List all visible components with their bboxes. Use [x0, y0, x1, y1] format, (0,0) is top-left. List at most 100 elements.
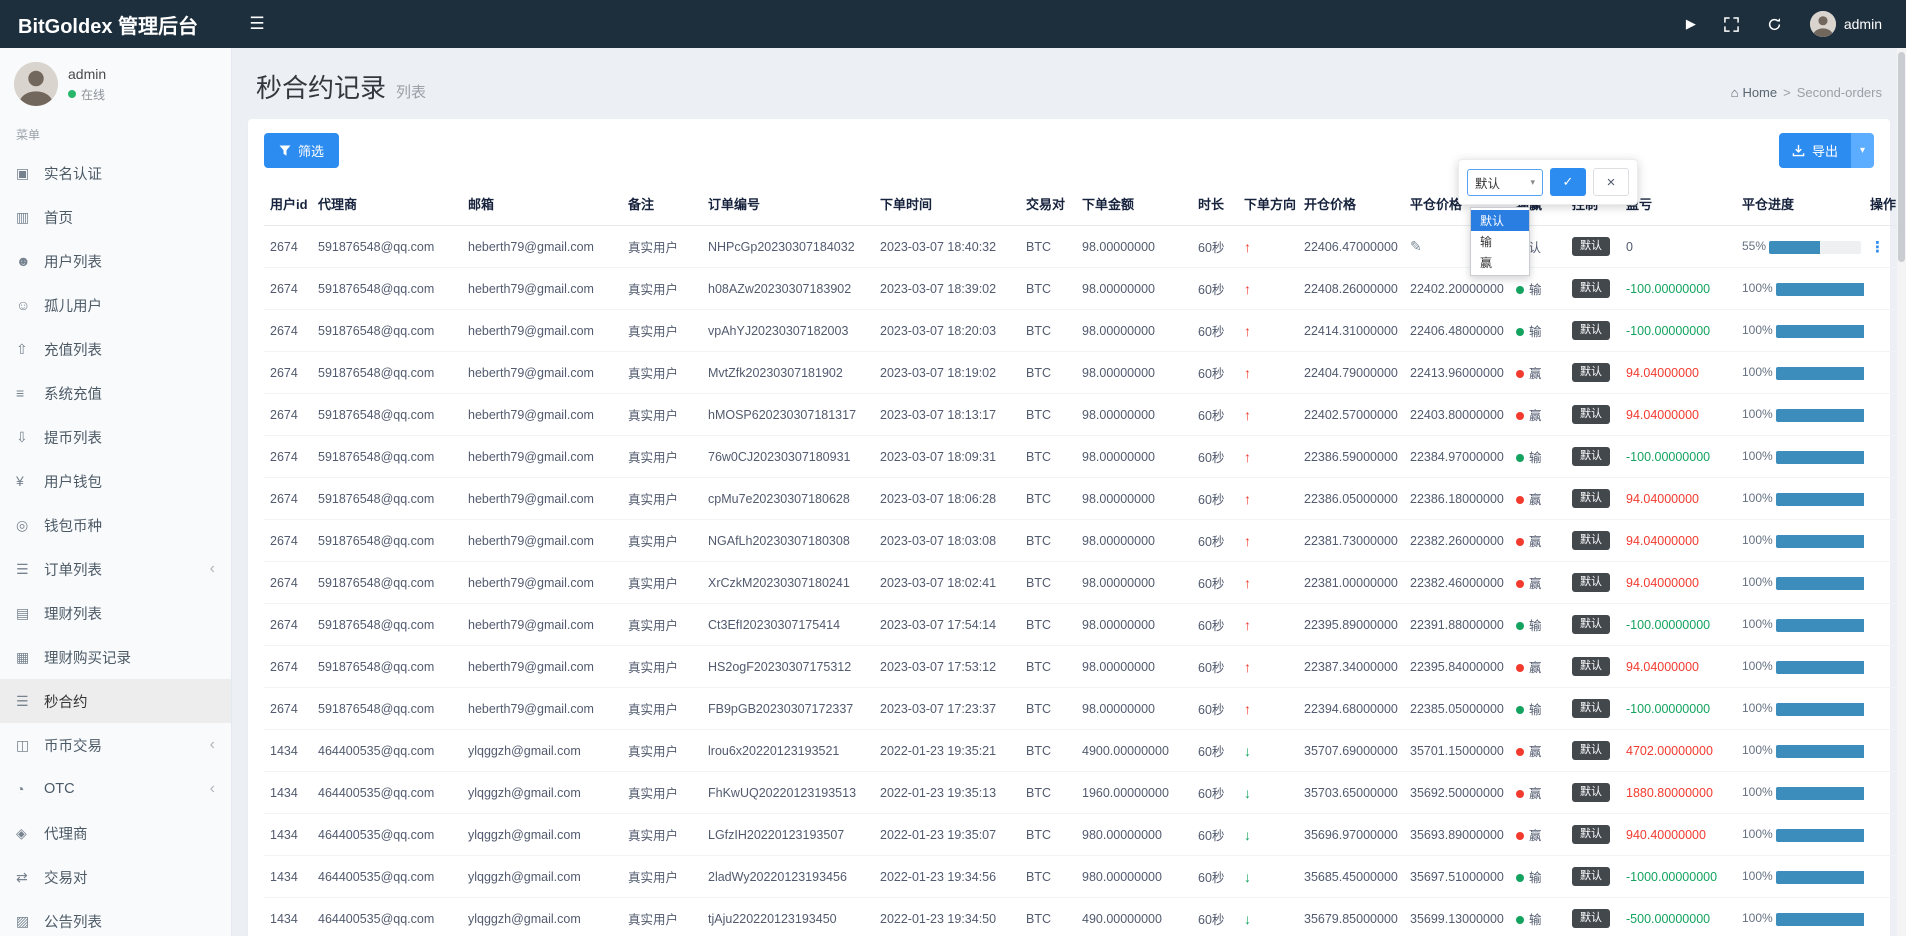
arrow-up-icon: ↑ [1244, 533, 1251, 549]
progress-bar [1776, 367, 1864, 380]
result-dot [1516, 790, 1524, 798]
cell-pnl: 940.40000000 [1620, 814, 1736, 856]
cancel-button[interactable]: × [1593, 168, 1629, 196]
cell-order-time: 2022-01-23 19:35:21 [874, 730, 1020, 772]
export-button[interactable]: 导出 [1779, 133, 1851, 168]
coin-trade-icon: ◫ [16, 737, 44, 754]
sidebar-item-otc[interactable]: ◔OTC‹ [0, 767, 231, 811]
result-label: 输 [1529, 325, 1542, 339]
cell-progress: 100% [1736, 562, 1864, 604]
progress-label: 100% [1742, 869, 1773, 883]
cell-control: 默认 [1566, 394, 1620, 436]
row-actions-icon[interactable]: ⋮ [1870, 239, 1885, 256]
cell-user-id: 2674 [264, 520, 312, 562]
sidebar-item-wallet-coins[interactable]: ◎钱包币种 [0, 503, 231, 547]
pnl-value: 94.04000000 [1626, 408, 1699, 422]
cell-agent: 591876548@qq.com [312, 520, 462, 562]
top-navbar: BitGoldex 管理后台 ☰ ▶ admin [0, 0, 1906, 48]
cell-email: heberth79@gmail.com [462, 226, 622, 268]
progress-label: 100% [1742, 701, 1773, 715]
user-menu[interactable]: admin [1810, 11, 1882, 37]
fullscreen-icon[interactable] [1724, 17, 1739, 32]
cell-control: 默认 [1566, 856, 1620, 898]
cell-control: 默认 [1566, 688, 1620, 730]
sidebar-item-announcements[interactable]: ▨公告列表 [0, 899, 231, 936]
cell-direction: ↓ [1238, 730, 1298, 772]
refresh-icon[interactable] [1767, 17, 1782, 32]
sidebar-item-user-list[interactable]: ☻用户列表 [0, 239, 231, 283]
sidebar-item-orphan-users[interactable]: ☺孤儿用户 [0, 283, 231, 327]
sidebar-item-label: 代理商 [44, 823, 88, 844]
sidebar-item-finance-purchase-records[interactable]: ▦理财购买记录 [0, 635, 231, 679]
edit-pencil-icon[interactable]: ✎ [1410, 238, 1422, 254]
pnl-value: -100.00000000 [1626, 450, 1710, 464]
sidebar-item-coin-trade[interactable]: ◫币币交易‹ [0, 723, 231, 767]
cell-close-price: 35699.13000000 [1404, 898, 1510, 936]
sidebar-item-user-wallet[interactable]: ¥用户钱包 [0, 459, 231, 503]
sidebar-item-label: 实名认证 [44, 163, 102, 184]
cell-note: 真实用户 [622, 898, 702, 936]
cell-actions [1864, 562, 1900, 604]
sidebar-item-system-recharge[interactable]: ≡系统充值 [0, 371, 231, 415]
table-row: 2674591876548@qq.comheberth79@gmail.com真… [264, 604, 1900, 646]
cell-control: 默认 [1566, 814, 1620, 856]
cell-amount: 98.00000000 [1076, 688, 1192, 730]
sidebar-item-finance-list[interactable]: ▤理财列表 [0, 591, 231, 635]
arrow-up-icon: ↑ [1244, 575, 1251, 591]
sidebar-item-label: 充值列表 [44, 339, 102, 360]
cell-order-time: 2023-03-07 17:23:37 [874, 688, 1020, 730]
filter-button[interactable]: 筛选 [264, 133, 339, 168]
sidebar-item-label: 理财购买记录 [44, 647, 131, 668]
navbar-actions: ▶ admin [1686, 0, 1906, 48]
sidebar-item-order-list[interactable]: ☰订单列表‹ [0, 547, 231, 591]
result-dot [1516, 496, 1524, 504]
progress-bar [1776, 913, 1864, 926]
pnl-value: 94.04000000 [1626, 660, 1699, 674]
result-label: 输 [1529, 703, 1542, 717]
cell-direction: ↑ [1238, 688, 1298, 730]
breadcrumb-home[interactable]: ⌂Home [1731, 85, 1778, 100]
cell-pnl: 94.04000000 [1620, 520, 1736, 562]
sidebar-item-real-name-auth[interactable]: ▣实名认证 [0, 151, 231, 195]
cell-direction: ↓ [1238, 898, 1298, 936]
control-badge: 默认 [1572, 489, 1610, 508]
control-badge: 默认 [1572, 363, 1610, 382]
cell-direction: ↑ [1238, 520, 1298, 562]
cell-pnl: 94.04000000 [1620, 352, 1736, 394]
play-icon[interactable]: ▶ [1686, 16, 1696, 32]
cell-actions [1864, 814, 1900, 856]
select-option[interactable]: 赢 [1471, 252, 1529, 273]
cell-agent: 591876548@qq.com [312, 310, 462, 352]
cell-open-price: 22408.26000000 [1298, 268, 1404, 310]
cell-duration: 60秒 [1192, 646, 1238, 688]
table-row: 2674591876548@qq.comheberth79@gmail.com真… [264, 436, 1900, 478]
sidebar-item-dashboard[interactable]: ▥首页 [0, 195, 231, 239]
pnl-value: -100.00000000 [1626, 618, 1710, 632]
scrollbar-thumb[interactable] [1898, 52, 1905, 262]
result-dot [1516, 664, 1524, 672]
sidebar-item-withdraw-list[interactable]: ⇩提币列表 [0, 415, 231, 459]
select-option[interactable]: 默认 [1471, 210, 1529, 231]
export-dropdown-caret[interactable]: ▾ [1851, 133, 1874, 168]
sidebar-item-deposit-list[interactable]: ⇧充值列表 [0, 327, 231, 371]
column-header: 时长 [1192, 182, 1238, 226]
cell-direction: ↑ [1238, 436, 1298, 478]
cell-control: 默认 [1566, 604, 1620, 646]
table-header-row: 用户id代理商邮箱备注订单编号下单时间交易对下单金额时长下单方向开仓价格平仓价格… [264, 182, 1900, 226]
cell-order-time: 2023-03-07 18:39:02 [874, 268, 1020, 310]
page-scrollbar[interactable] [1897, 48, 1906, 936]
result-select[interactable]: 默认 ▾ [1467, 169, 1543, 196]
sidebar-item-second-contract[interactable]: ☰秒合约 [0, 679, 231, 723]
cell-actions [1864, 310, 1900, 352]
sidebar-item-agents[interactable]: ◈代理商 [0, 811, 231, 855]
cell-duration: 60秒 [1192, 604, 1238, 646]
sidebar-toggle-icon[interactable]: ☰ [232, 0, 282, 48]
cell-result: 输 [1510, 436, 1566, 478]
select-option[interactable]: 输 [1471, 231, 1529, 252]
confirm-button[interactable]: ✓ [1550, 168, 1586, 196]
cell-result: 赢 [1510, 646, 1566, 688]
cell-result: 赢 [1510, 730, 1566, 772]
sidebar-item-trading-pairs[interactable]: ⇄交易对 [0, 855, 231, 899]
cell-duration: 60秒 [1192, 814, 1238, 856]
cell-order-no: LGfzIH20220123193507 [702, 814, 874, 856]
